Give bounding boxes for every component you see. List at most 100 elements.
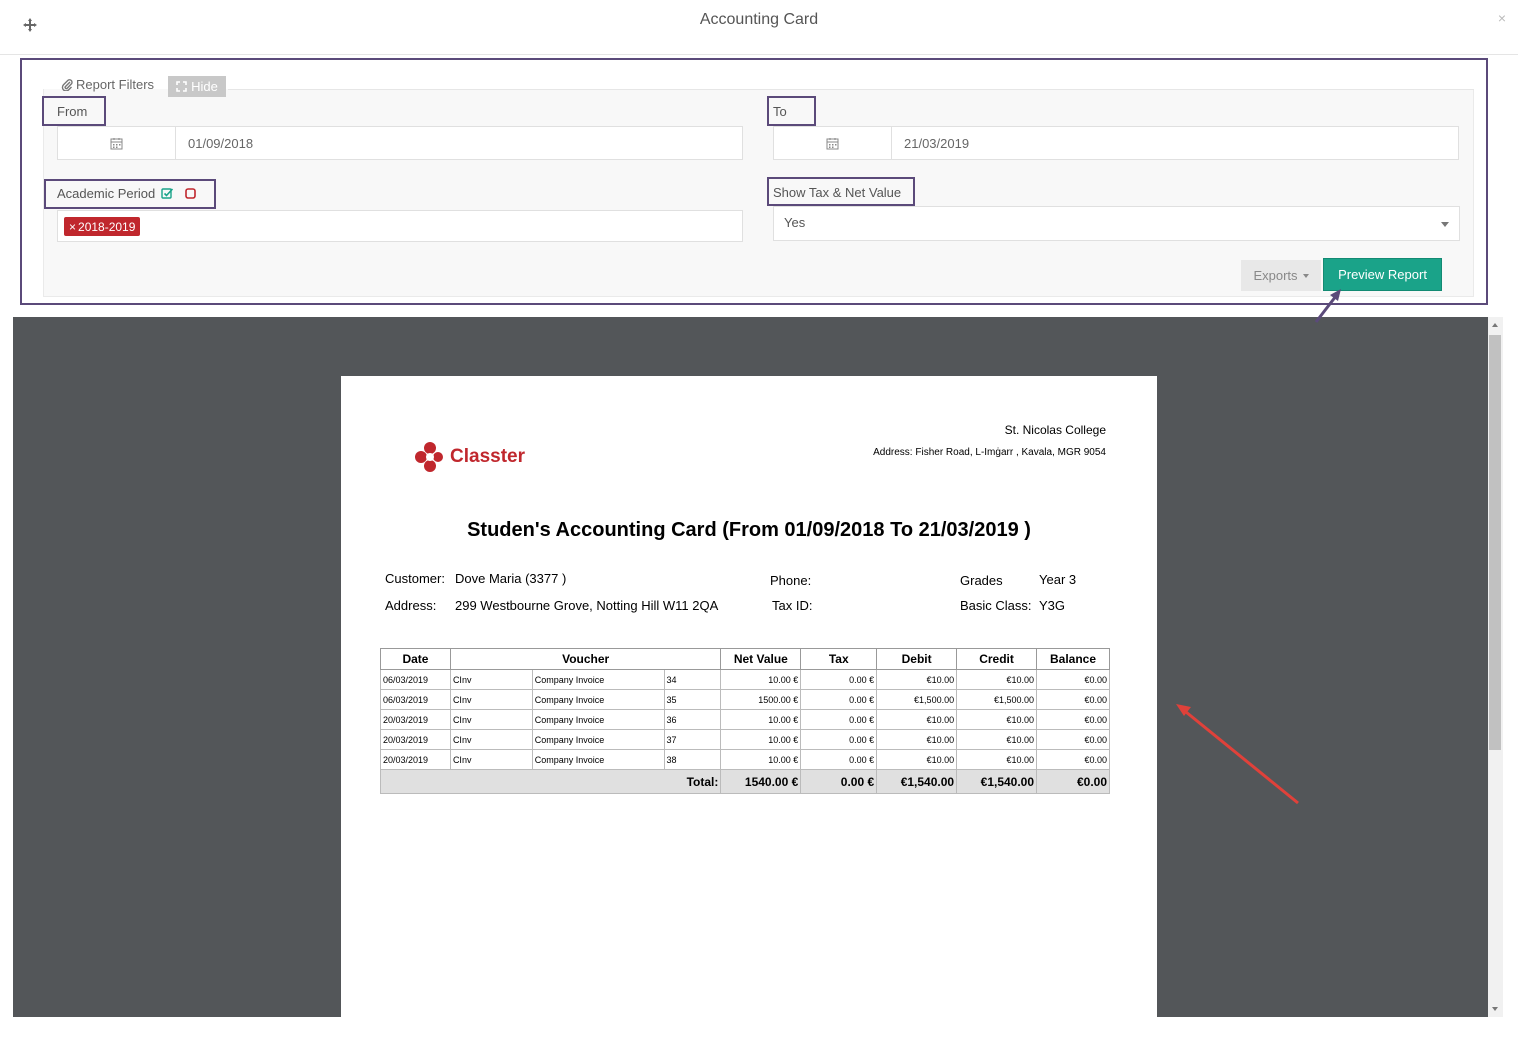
row-code: CInv bbox=[449, 749, 533, 770]
ledger-header-row: Date Voucher Net Value Tax Debit Credit … bbox=[380, 648, 1110, 670]
row-balance: €0.00 bbox=[1036, 669, 1110, 690]
ledger-table: Date Voucher Net Value Tax Debit Credit … bbox=[379, 648, 1110, 794]
scroll-up-icon[interactable] bbox=[1492, 323, 1498, 327]
row-debit: €10.00 bbox=[876, 729, 958, 750]
row-code: CInv bbox=[449, 689, 533, 710]
address-label: Address: bbox=[385, 598, 437, 613]
hide-button-label: Hide bbox=[191, 79, 218, 94]
row-debit: €1,500.00 bbox=[876, 689, 958, 710]
to-calendar-button[interactable] bbox=[774, 127, 892, 159]
total-tax: 0.00 € bbox=[800, 769, 878, 794]
col-credit: Credit bbox=[956, 648, 1038, 670]
total-balance: €0.00 bbox=[1036, 769, 1110, 794]
row-date: 20/03/2019 bbox=[380, 709, 451, 730]
row-tax: 0.00 € bbox=[800, 669, 878, 690]
row-number: 37 bbox=[663, 729, 722, 750]
exports-button[interactable]: Exports bbox=[1241, 260, 1321, 291]
row-tax: 0.00 € bbox=[800, 689, 878, 710]
row-code: CInv bbox=[449, 729, 533, 750]
row-credit: €10.00 bbox=[956, 729, 1038, 750]
from-label: From bbox=[57, 104, 88, 119]
chevron-down-icon bbox=[1441, 222, 1449, 227]
col-tax: Tax bbox=[800, 648, 878, 670]
expand-icon bbox=[176, 81, 187, 92]
row-balance: €0.00 bbox=[1036, 709, 1110, 730]
calendar-icon bbox=[826, 137, 839, 149]
modal-title: Accounting Card bbox=[699, 11, 819, 28]
to-date-value: 21/03/2019 bbox=[904, 135, 970, 151]
grades-label: Grades bbox=[960, 573, 1003, 588]
row-net: 10.00 € bbox=[720, 669, 802, 690]
row-type: Company Invoice bbox=[531, 709, 665, 730]
square-icon[interactable] bbox=[184, 187, 197, 200]
class-label: Basic Class: bbox=[960, 598, 1032, 613]
col-net-value: Net Value bbox=[720, 648, 802, 670]
row-type: Company Invoice bbox=[531, 749, 665, 770]
tag-remove-icon[interactable]: × bbox=[69, 220, 76, 234]
caret-down-icon bbox=[1302, 273, 1309, 278]
from-date-field[interactable]: 01/09/2018 bbox=[57, 126, 743, 160]
total-net: 1540.00 € bbox=[720, 769, 802, 794]
total-debit: €1,540.00 bbox=[876, 769, 958, 794]
total-credit: €1,540.00 bbox=[956, 769, 1038, 794]
academic-period-label-row: Academic Period bbox=[57, 186, 197, 201]
row-net: 10.00 € bbox=[720, 729, 802, 750]
row-tax: 0.00 € bbox=[800, 709, 878, 730]
row-date: 20/03/2019 bbox=[380, 729, 451, 750]
row-number: 35 bbox=[663, 689, 722, 710]
row-debit: €10.00 bbox=[876, 709, 958, 730]
col-debit: Debit bbox=[876, 648, 958, 670]
preview-report-button[interactable]: Preview Report bbox=[1323, 258, 1442, 291]
row-number: 34 bbox=[663, 669, 722, 690]
row-date: 06/03/2019 bbox=[380, 669, 451, 690]
total-row: Total: 1540.00 € 0.00 € €1,540.00 €1,540… bbox=[379, 769, 1110, 794]
row-tax: 0.00 € bbox=[800, 729, 878, 750]
check-square-icon[interactable] bbox=[161, 187, 174, 200]
address-value: 299 Westbourne Grove, Notting Hill W11 2… bbox=[455, 598, 719, 613]
row-type: Company Invoice bbox=[531, 689, 665, 710]
close-icon[interactable]: × bbox=[1498, 10, 1506, 26]
row-net: 10.00 € bbox=[720, 709, 802, 730]
col-balance: Balance bbox=[1036, 648, 1110, 670]
row-credit: €10.00 bbox=[956, 749, 1038, 770]
table-row: 20/03/2019 CInv Company Invoice 37 10.00… bbox=[380, 729, 1110, 750]
table-row: 20/03/2019 CInv Company Invoice 38 10.00… bbox=[380, 749, 1110, 770]
academic-period-tag: × 2018-2019 bbox=[64, 217, 141, 236]
report-title: Studen's Accounting Card (From 01/09/201… bbox=[467, 519, 1031, 541]
scroll-down-icon[interactable] bbox=[1492, 1007, 1498, 1011]
row-number: 38 bbox=[663, 749, 722, 770]
row-code: CInv bbox=[449, 709, 533, 730]
col-date: Date bbox=[380, 648, 451, 670]
to-date-field[interactable]: 21/03/2019 bbox=[773, 126, 1459, 160]
table-row: 06/03/2019 CInv Company Invoice 35 1500.… bbox=[380, 689, 1110, 710]
tag-label: 2018-2019 bbox=[78, 219, 136, 234]
row-type: Company Invoice bbox=[531, 729, 665, 750]
viewer-scrollbar[interactable] bbox=[1488, 317, 1503, 1017]
from-calendar-button[interactable] bbox=[58, 127, 176, 159]
row-debit: €10.00 bbox=[876, 669, 958, 690]
row-balance: €0.00 bbox=[1036, 729, 1110, 750]
class-value: Y3G bbox=[1039, 598, 1066, 613]
customer-value: Dove Maria (3377 ) bbox=[455, 571, 567, 586]
table-row: 06/03/2019 CInv Company Invoice 34 10.00… bbox=[380, 669, 1110, 690]
row-code: CInv bbox=[449, 669, 533, 690]
hide-button[interactable]: Hide bbox=[168, 76, 226, 97]
classter-logo-icon bbox=[415, 442, 443, 472]
exports-label: Exports bbox=[1253, 268, 1298, 283]
row-debit: €10.00 bbox=[876, 749, 958, 770]
row-balance: €0.00 bbox=[1036, 749, 1110, 770]
row-type: Company Invoice bbox=[531, 669, 665, 690]
tab-report-filters[interactable]: Report Filters bbox=[61, 77, 154, 92]
customer-label: Customer: bbox=[385, 571, 445, 586]
show-tax-select[interactable]: Yes bbox=[773, 206, 1460, 241]
from-date-value: 01/09/2018 bbox=[188, 135, 254, 151]
show-tax-label: Show Tax & Net Value bbox=[773, 185, 902, 200]
row-tax: 0.00 € bbox=[800, 749, 878, 770]
modal-header: Accounting Card × bbox=[0, 0, 1518, 55]
classter-logo: Classter bbox=[414, 440, 525, 474]
academic-period-input[interactable]: × 2018-2019 bbox=[57, 210, 743, 242]
to-label: To bbox=[773, 104, 787, 119]
row-net: 1500.00 € bbox=[720, 689, 802, 710]
scrollbar-thumb[interactable] bbox=[1489, 335, 1501, 750]
row-date: 20/03/2019 bbox=[380, 749, 451, 770]
